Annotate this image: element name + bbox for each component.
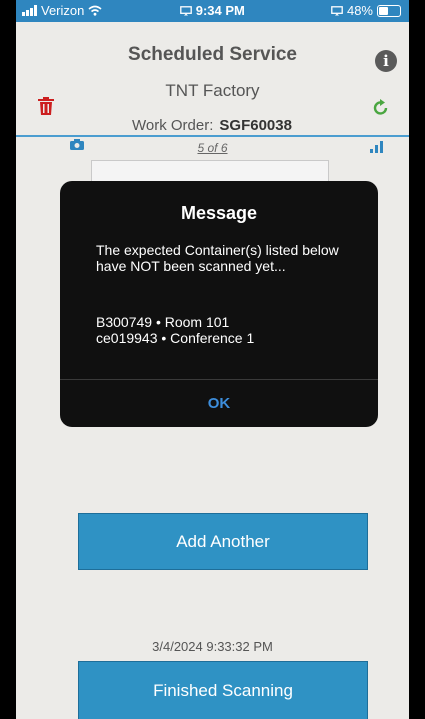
message-dialog: Message The expected Container(s) listed… xyxy=(60,181,378,427)
app-screen: Verizon 9:34 PM 48% Scheduled Service i … xyxy=(16,0,409,719)
container-list: B300749 • Room 101 ce019943 • Conference… xyxy=(96,314,356,346)
add-another-button[interactable]: Add Another xyxy=(78,513,368,570)
dialog-message: The expected Container(s) listed below h… xyxy=(96,242,339,274)
list-item: B300749 • Room 101 xyxy=(96,314,230,330)
list-item: ce019943 • Conference 1 xyxy=(96,330,255,346)
scan-timestamp: 3/4/2024 9:33:32 PM xyxy=(152,639,273,654)
finished-scanning-button[interactable]: Finished Scanning xyxy=(78,661,368,719)
ok-button[interactable]: OK xyxy=(60,380,378,427)
dialog-title: Message xyxy=(180,203,258,223)
